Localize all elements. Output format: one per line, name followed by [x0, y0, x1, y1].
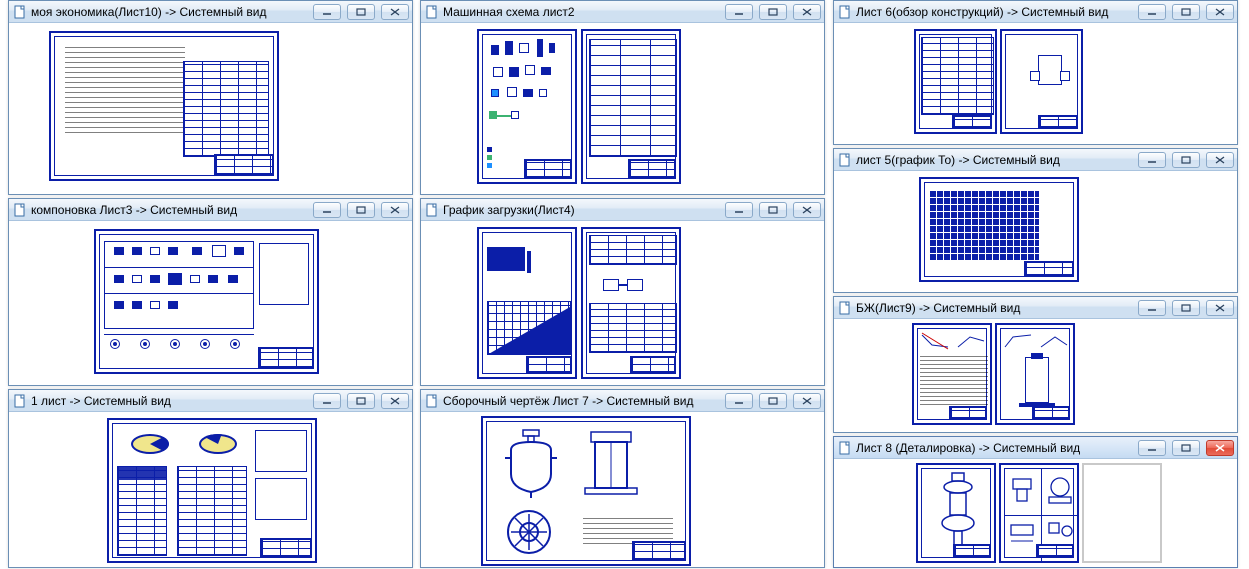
drawing-canvas[interactable]	[421, 412, 824, 567]
window-design-review[interactable]: Лист 6(обзор конструкций) -> Системный в…	[833, 0, 1238, 145]
close-button[interactable]	[381, 393, 409, 409]
drawing-canvas[interactable]	[9, 412, 412, 567]
titlebar[interactable]: Сборочный чертёж Лист 7 -> Системный вид	[421, 390, 824, 412]
maximize-button[interactable]	[347, 202, 375, 218]
window-title: Машинная схема лист2	[443, 5, 719, 19]
window-machine-scheme[interactable]: Машинная схема лист2	[420, 0, 825, 195]
document-icon	[13, 394, 27, 408]
drawing-canvas[interactable]	[421, 221, 824, 385]
window-title: моя экономика(Лист10) -> Системный вид	[31, 5, 307, 19]
document-icon	[838, 441, 852, 455]
window-title: График загрузки(Лист4)	[443, 203, 719, 217]
minimize-button[interactable]	[313, 393, 341, 409]
close-button[interactable]	[793, 393, 821, 409]
document-icon	[838, 5, 852, 19]
close-button[interactable]	[381, 4, 409, 20]
window-safety[interactable]: БЖ(Лист9) -> Системный вид	[833, 296, 1238, 433]
drawing-canvas[interactable]	[9, 23, 412, 194]
close-button[interactable]	[1206, 300, 1234, 316]
close-button[interactable]	[1206, 4, 1234, 20]
minimize-button[interactable]	[1138, 152, 1166, 168]
minimize-button[interactable]	[313, 202, 341, 218]
document-icon	[425, 203, 439, 217]
maximize-button[interactable]	[1172, 300, 1200, 316]
document-icon	[13, 5, 27, 19]
maximize-button[interactable]	[347, 393, 375, 409]
titlebar[interactable]: Лист 8 (Деталировка) -> Системный вид	[834, 437, 1237, 459]
window-to-schedule[interactable]: лист 5(график То) -> Системный вид	[833, 148, 1238, 293]
minimize-button[interactable]	[725, 4, 753, 20]
close-button[interactable]	[1206, 440, 1234, 456]
titlebar[interactable]: компоновка Лист3 -> Системный вид	[9, 199, 412, 221]
maximize-button[interactable]	[759, 393, 787, 409]
maximize-button[interactable]	[347, 4, 375, 20]
window-layout[interactable]: компоновка Лист3 -> Системный вид	[8, 198, 413, 386]
maximize-button[interactable]	[1172, 152, 1200, 168]
titlebar[interactable]: моя экономика(Лист10) -> Системный вид	[9, 1, 412, 23]
window-title: Сборочный чертёж Лист 7 -> Системный вид	[443, 394, 719, 408]
titlebar[interactable]: Лист 6(обзор конструкций) -> Системный в…	[834, 1, 1237, 23]
window-title: компоновка Лист3 -> Системный вид	[31, 203, 307, 217]
window-load-chart[interactable]: График загрузки(Лист4)	[420, 198, 825, 386]
window-assembly[interactable]: Сборочный чертёж Лист 7 -> Системный вид	[420, 389, 825, 568]
titlebar[interactable]: лист 5(график То) -> Системный вид	[834, 149, 1237, 171]
minimize-button[interactable]	[1138, 300, 1166, 316]
drawing-canvas[interactable]	[9, 221, 412, 385]
titlebar[interactable]: Машинная схема лист2	[421, 1, 824, 23]
window-title: БЖ(Лист9) -> Системный вид	[856, 301, 1132, 315]
drawing-canvas[interactable]	[834, 319, 1237, 432]
close-button[interactable]	[793, 4, 821, 20]
document-icon	[425, 394, 439, 408]
window-sheet1[interactable]: 1 лист -> Системный вид	[8, 389, 413, 568]
window-title: Лист 8 (Деталировка) -> Системный вид	[856, 441, 1132, 455]
drawing-canvas[interactable]	[834, 459, 1237, 567]
document-icon	[838, 301, 852, 315]
maximize-button[interactable]	[1172, 4, 1200, 20]
drawing-canvas[interactable]	[421, 23, 824, 194]
document-icon	[13, 203, 27, 217]
close-button[interactable]	[381, 202, 409, 218]
titlebar[interactable]: График загрузки(Лист4)	[421, 199, 824, 221]
minimize-button[interactable]	[725, 202, 753, 218]
minimize-button[interactable]	[1138, 440, 1166, 456]
window-economics[interactable]: моя экономика(Лист10) -> Системный вид	[8, 0, 413, 195]
maximize-button[interactable]	[1172, 440, 1200, 456]
window-title: 1 лист -> Системный вид	[31, 394, 307, 408]
maximize-button[interactable]	[759, 202, 787, 218]
close-button[interactable]	[793, 202, 821, 218]
titlebar[interactable]: БЖ(Лист9) -> Системный вид	[834, 297, 1237, 319]
drawing-canvas[interactable]	[834, 171, 1237, 292]
titlebar[interactable]: 1 лист -> Системный вид	[9, 390, 412, 412]
close-button[interactable]	[1206, 152, 1234, 168]
document-icon	[838, 153, 852, 167]
minimize-button[interactable]	[725, 393, 753, 409]
minimize-button[interactable]	[313, 4, 341, 20]
maximize-button[interactable]	[759, 4, 787, 20]
drawing-canvas[interactable]	[834, 23, 1237, 144]
window-title: лист 5(график То) -> Системный вид	[856, 153, 1132, 167]
document-icon	[425, 5, 439, 19]
window-title: Лист 6(обзор конструкций) -> Системный в…	[856, 5, 1132, 19]
window-detailing[interactable]: Лист 8 (Деталировка) -> Системный вид	[833, 436, 1238, 568]
minimize-button[interactable]	[1138, 4, 1166, 20]
